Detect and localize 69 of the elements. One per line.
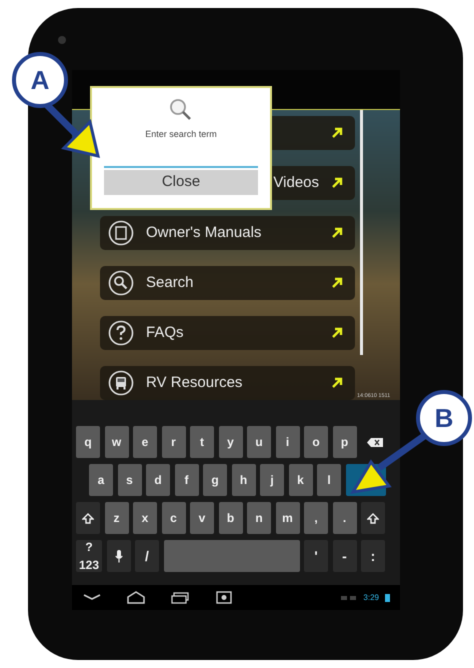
menu-label: Owner's Manuals xyxy=(146,222,262,243)
bus-icon xyxy=(108,370,134,396)
key[interactable]: e xyxy=(133,426,157,458)
shift-key[interactable] xyxy=(76,502,100,534)
home-icon[interactable] xyxy=(126,591,146,604)
key[interactable]: s xyxy=(118,464,142,496)
arrow-icon xyxy=(331,377,343,389)
key[interactable]: b xyxy=(218,502,242,534)
key[interactable]: d xyxy=(146,464,170,496)
arrow-icon xyxy=(331,277,343,289)
battery-icon xyxy=(385,593,390,602)
key[interactable]: ?123 xyxy=(76,540,102,572)
menu-label: Search xyxy=(146,272,195,293)
key[interactable]: v xyxy=(190,502,214,534)
shift-key[interactable] xyxy=(361,502,385,534)
key[interactable]: . xyxy=(332,502,356,534)
signal-icon xyxy=(341,594,358,602)
search-icon xyxy=(108,270,134,296)
key[interactable]: r xyxy=(162,426,186,458)
shift-icon xyxy=(82,512,94,524)
menu-label: FAQs xyxy=(146,322,185,343)
key[interactable]: y xyxy=(218,426,242,458)
arrow-icon xyxy=(331,227,343,239)
menu-label: RV Resources xyxy=(146,372,244,393)
key[interactable]: a xyxy=(89,464,113,496)
menu-item[interactable]: RV Resources xyxy=(100,366,355,400)
key[interactable]: : xyxy=(361,540,385,572)
key[interactable]: m xyxy=(276,502,300,534)
key[interactable]: f xyxy=(174,464,198,496)
callout-label: A xyxy=(12,52,68,108)
microphone-icon xyxy=(114,550,122,562)
key[interactable]: n xyxy=(247,502,271,534)
key[interactable]: o xyxy=(304,426,328,458)
key[interactable]: ' xyxy=(304,540,328,572)
key[interactable]: u xyxy=(247,426,271,458)
key[interactable]: - xyxy=(332,540,356,572)
arrow-icon xyxy=(331,177,343,189)
key[interactable]: q xyxy=(76,426,100,458)
key[interactable]: w xyxy=(104,426,128,458)
key[interactable]: t xyxy=(190,426,214,458)
key[interactable]: x xyxy=(133,502,157,534)
mic-key[interactable] xyxy=(106,540,130,572)
key[interactable]: h xyxy=(232,464,256,496)
arrow-icon xyxy=(331,327,343,339)
menu-item[interactable]: FAQs xyxy=(100,316,355,350)
key[interactable]: z xyxy=(104,502,128,534)
key[interactable]: l xyxy=(317,464,341,496)
shift-icon xyxy=(367,512,379,524)
menu-label: Videos xyxy=(273,172,319,193)
book-icon xyxy=(108,220,134,246)
question-icon xyxy=(108,320,134,346)
backspace-icon xyxy=(367,438,383,446)
key[interactable]: / xyxy=(135,540,159,572)
status-time: 3:29 xyxy=(363,592,379,604)
key[interactable]: k xyxy=(288,464,312,496)
recent-apps-icon[interactable] xyxy=(170,591,190,604)
key[interactable]: p xyxy=(332,426,356,458)
menu-item[interactable]: Owner's Manuals xyxy=(100,216,355,250)
close-button[interactable]: Close xyxy=(104,170,258,194)
menu-item[interactable]: Search xyxy=(100,266,355,300)
camera-icon xyxy=(58,36,66,44)
key[interactable]: , xyxy=(304,502,328,534)
dialog-message: Enter search term xyxy=(145,128,217,141)
arrow-icon xyxy=(331,127,343,139)
key[interactable]: c xyxy=(162,502,186,534)
key[interactable]: j xyxy=(260,464,284,496)
key[interactable]: i xyxy=(276,426,300,458)
key[interactable]: g xyxy=(203,464,227,496)
screenshot-icon[interactable] xyxy=(214,591,234,604)
